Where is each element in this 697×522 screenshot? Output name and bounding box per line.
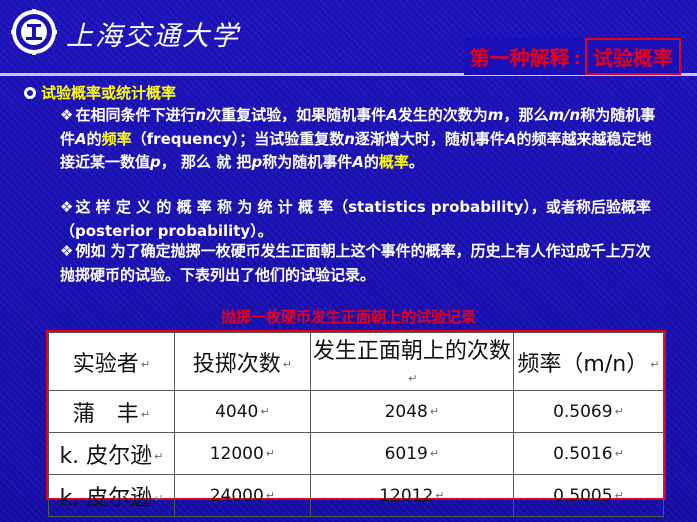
statistics-probability-text: 这 样 定 义 的 概 率 称 为 统 计 概 率（statistics pro… bbox=[60, 198, 651, 240]
university-emblem-icon bbox=[10, 8, 58, 56]
return-mark-icon: ↵ bbox=[282, 358, 292, 371]
table-cell: 12000 ↵ bbox=[173, 432, 311, 475]
school-name: 上海交通大学 bbox=[66, 21, 240, 52]
diamond-bullet-icon: ❖ bbox=[60, 242, 74, 260]
topic-heading-text: 试验概率或统计概率 bbox=[41, 84, 177, 102]
probability-term: 概率 bbox=[378, 153, 409, 171]
circle-bullet-icon bbox=[24, 86, 36, 99]
table-header-row: 实验者 ↵ 投掷次数 ↵ 发生正面朝上的次数↵ 频率（m/n） ↵ bbox=[48, 332, 665, 391]
column-header: 实验者 ↵ bbox=[48, 332, 175, 391]
table-cell: 12012 ↵ bbox=[309, 474, 514, 517]
return-mark-icon: ↵ bbox=[265, 447, 275, 460]
return-mark-icon: ↵ bbox=[140, 358, 151, 371]
return-mark-icon: ↵ bbox=[614, 405, 624, 418]
table-row: 蒲 丰 ↵ 4040 ↵ 2048 ↵ 0.5069 ↵ bbox=[48, 390, 665, 433]
section-title-prefix: 第一种解释 bbox=[469, 46, 570, 70]
section-title: 第一种解释 : 试验概率 bbox=[463, 38, 681, 75]
section-title-boxed: 试验概率 bbox=[585, 38, 681, 75]
statistics-probability-paragraph: ❖ 这 样 定 义 的 概 率 称 为 统 计 概 率（statistics pr… bbox=[60, 196, 664, 243]
frequency-term: 频率 bbox=[101, 129, 132, 148]
diamond-bullet-icon: ❖ bbox=[60, 106, 74, 124]
table-cell: k. 皮尔逊 ↵ bbox=[48, 474, 175, 517]
coin-toss-table: 实验者 ↵ 投掷次数 ↵ 发生正面朝上的次数↵ 频率（m/n） ↵ 蒲 丰 ↵ 4040… bbox=[46, 330, 666, 517]
return-mark-icon: ↵ bbox=[140, 408, 151, 421]
table-cell: 4040 ↵ bbox=[173, 390, 311, 433]
table-cell: 24000 ↵ bbox=[173, 474, 311, 517]
table-cell: 6019 ↵ bbox=[309, 432, 514, 475]
table-row: k. 皮尔逊 ↵ 24000 ↵ 12012 ↵ 0.5005 ↵ bbox=[48, 474, 665, 517]
column-header: 投掷次数 ↵ bbox=[173, 332, 311, 391]
table-cell: 2048 ↵ bbox=[309, 390, 514, 433]
return-mark-icon: ↵ bbox=[435, 489, 445, 502]
table-cell: 0.5069 ↵ bbox=[512, 390, 665, 433]
return-mark-icon: ↵ bbox=[154, 492, 164, 505]
column-header: 频率（m/n） ↵ bbox=[512, 332, 665, 391]
section-title-separator: : bbox=[573, 44, 581, 69]
return-mark-icon: ↵ bbox=[260, 405, 270, 418]
return-mark-icon: ↵ bbox=[614, 489, 624, 502]
definition-paragraph: ❖ 在相同条件下进行n次重复试验，如果随机事件A发生的次数为m，那么m/n称为随机… bbox=[60, 106, 656, 171]
return-mark-icon: ↵ bbox=[154, 450, 164, 463]
return-mark-icon: ↵ bbox=[614, 447, 624, 460]
return-mark-icon: ↵ bbox=[650, 358, 660, 371]
example-text: 例如 为了确定抛掷一枚硬币发生正面朝上这个事件的概率，历史上有人作过成千上万次抛… bbox=[60, 242, 651, 284]
table-cell: 0.5016 ↵ bbox=[512, 432, 665, 475]
diamond-bullet-icon: ❖ bbox=[60, 198, 74, 216]
return-mark-icon: ↵ bbox=[265, 489, 275, 502]
table-cell: k. 皮尔逊 ↵ bbox=[48, 432, 175, 475]
return-mark-icon: ↵ bbox=[408, 371, 418, 385]
table-row: k. 皮尔逊 ↵ 12000 ↵ 6019 ↵ 0.5016 ↵ bbox=[48, 432, 665, 475]
return-mark-icon: ↵ bbox=[429, 405, 440, 418]
topic-heading: 试验概率或统计概率 bbox=[24, 82, 176, 103]
table-cell: 0.5005 ↵ bbox=[512, 474, 665, 517]
table-caption: 抛掷一枚硬币发生正面朝上的试验记录 bbox=[220, 308, 476, 326]
example-paragraph: ❖ 例如 为了确定抛掷一枚硬币发生正面朝上这个事件的概率，历史上有人作过成千上万次… bbox=[60, 240, 664, 287]
table-cell: 蒲 丰 ↵ bbox=[48, 390, 175, 433]
return-mark-icon: ↵ bbox=[429, 447, 440, 460]
column-header: 发生正面朝上的次数↵ bbox=[309, 332, 514, 391]
